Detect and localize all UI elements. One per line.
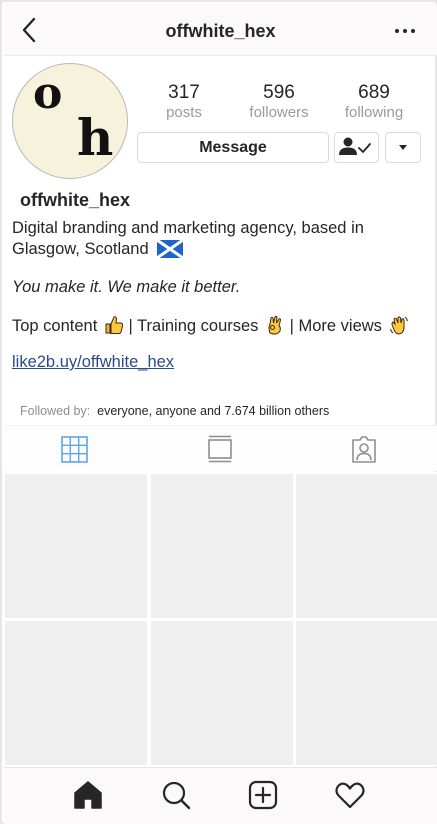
suggestions-dropdown-button[interactable] <box>385 132 421 163</box>
nav-home-button[interactable] <box>71 778 105 812</box>
following-label: following <box>344 104 404 121</box>
tagged-person-icon <box>352 436 376 463</box>
app-frame: offwhite_hex o h 317 posts 596 followers… <box>0 0 437 824</box>
more-dots-icon <box>395 29 415 33</box>
posts-label: posts <box>166 104 202 121</box>
home-icon <box>74 781 102 809</box>
following-status-button[interactable] <box>334 132 379 163</box>
post-thumbnail[interactable] <box>151 474 293 618</box>
followers-value: 596 <box>263 82 295 103</box>
profile-username: offwhite_hex <box>20 190 131 210</box>
bio-tagline: You make it. We make it better. <box>12 278 241 296</box>
followers-count[interactable]: 596 followers <box>234 82 324 122</box>
followed-by-names: everyone, anyone and 7.674 billion other… <box>97 404 330 418</box>
bottom-navigation <box>4 767 437 824</box>
profile-website-link[interactable]: like2b.uy/offwhite_hex <box>12 353 174 372</box>
following-count[interactable]: 689 following <box>329 82 419 122</box>
followed-by[interactable]: Followed by: everyone, anyone and 7.674 … <box>20 404 329 418</box>
post-thumbnail[interactable] <box>5 474 147 618</box>
tab-feed[interactable] <box>205 434 235 464</box>
followers-label: followers <box>249 104 309 121</box>
grid-icon <box>61 436 88 463</box>
heart-icon <box>335 782 365 809</box>
add-post-icon <box>248 780 278 810</box>
bio-description-text: Digital branding and marketing agency, b… <box>12 219 364 258</box>
post-thumbnail[interactable] <box>151 621 293 765</box>
tab-tagged[interactable] <box>349 434 379 464</box>
message-button[interactable]: Message <box>137 132 329 163</box>
posts-value: 317 <box>168 82 200 103</box>
bio-description: Digital branding and marketing agency, b… <box>12 218 432 260</box>
bio-more-views-text: | More views <box>289 317 382 335</box>
followed-by-label: Followed by: <box>20 404 91 418</box>
nav-activity-button[interactable] <box>333 778 367 812</box>
page-title: offwhite_hex <box>165 21 276 41</box>
person-check-icon <box>339 137 371 155</box>
tab-grid[interactable] <box>60 434 90 464</box>
posts-grid <box>4 472 437 766</box>
nav-search-button[interactable] <box>159 778 193 812</box>
scotland-flag-icon <box>157 240 184 258</box>
bio-training-text: | Training courses <box>128 317 259 335</box>
ok-hand-icon <box>268 315 282 335</box>
thumbs-up-icon <box>105 316 123 334</box>
profile-tabs <box>4 425 437 471</box>
feed-icon <box>208 435 232 463</box>
post-thumbnail[interactable] <box>5 621 147 765</box>
posts-count[interactable]: 317 posts <box>139 82 229 122</box>
avatar-letter-h: h <box>77 108 114 167</box>
search-icon <box>162 781 191 810</box>
waving-hand-icon <box>389 316 408 335</box>
more-options-button[interactable] <box>391 16 419 44</box>
top-bar: offwhite_hex <box>4 4 437 56</box>
post-thumbnail[interactable] <box>296 474 437 618</box>
post-thumbnail[interactable] <box>296 621 437 765</box>
bio-highlights: Top content | Training courses | More vi… <box>12 315 432 337</box>
bio-top-content-text: Top content <box>12 317 98 335</box>
caret-down-icon <box>399 145 407 150</box>
avatar-letter-o: o <box>33 68 63 119</box>
avatar[interactable]: o h <box>12 63 128 179</box>
nav-add-button[interactable] <box>246 778 280 812</box>
following-value: 689 <box>358 82 390 103</box>
